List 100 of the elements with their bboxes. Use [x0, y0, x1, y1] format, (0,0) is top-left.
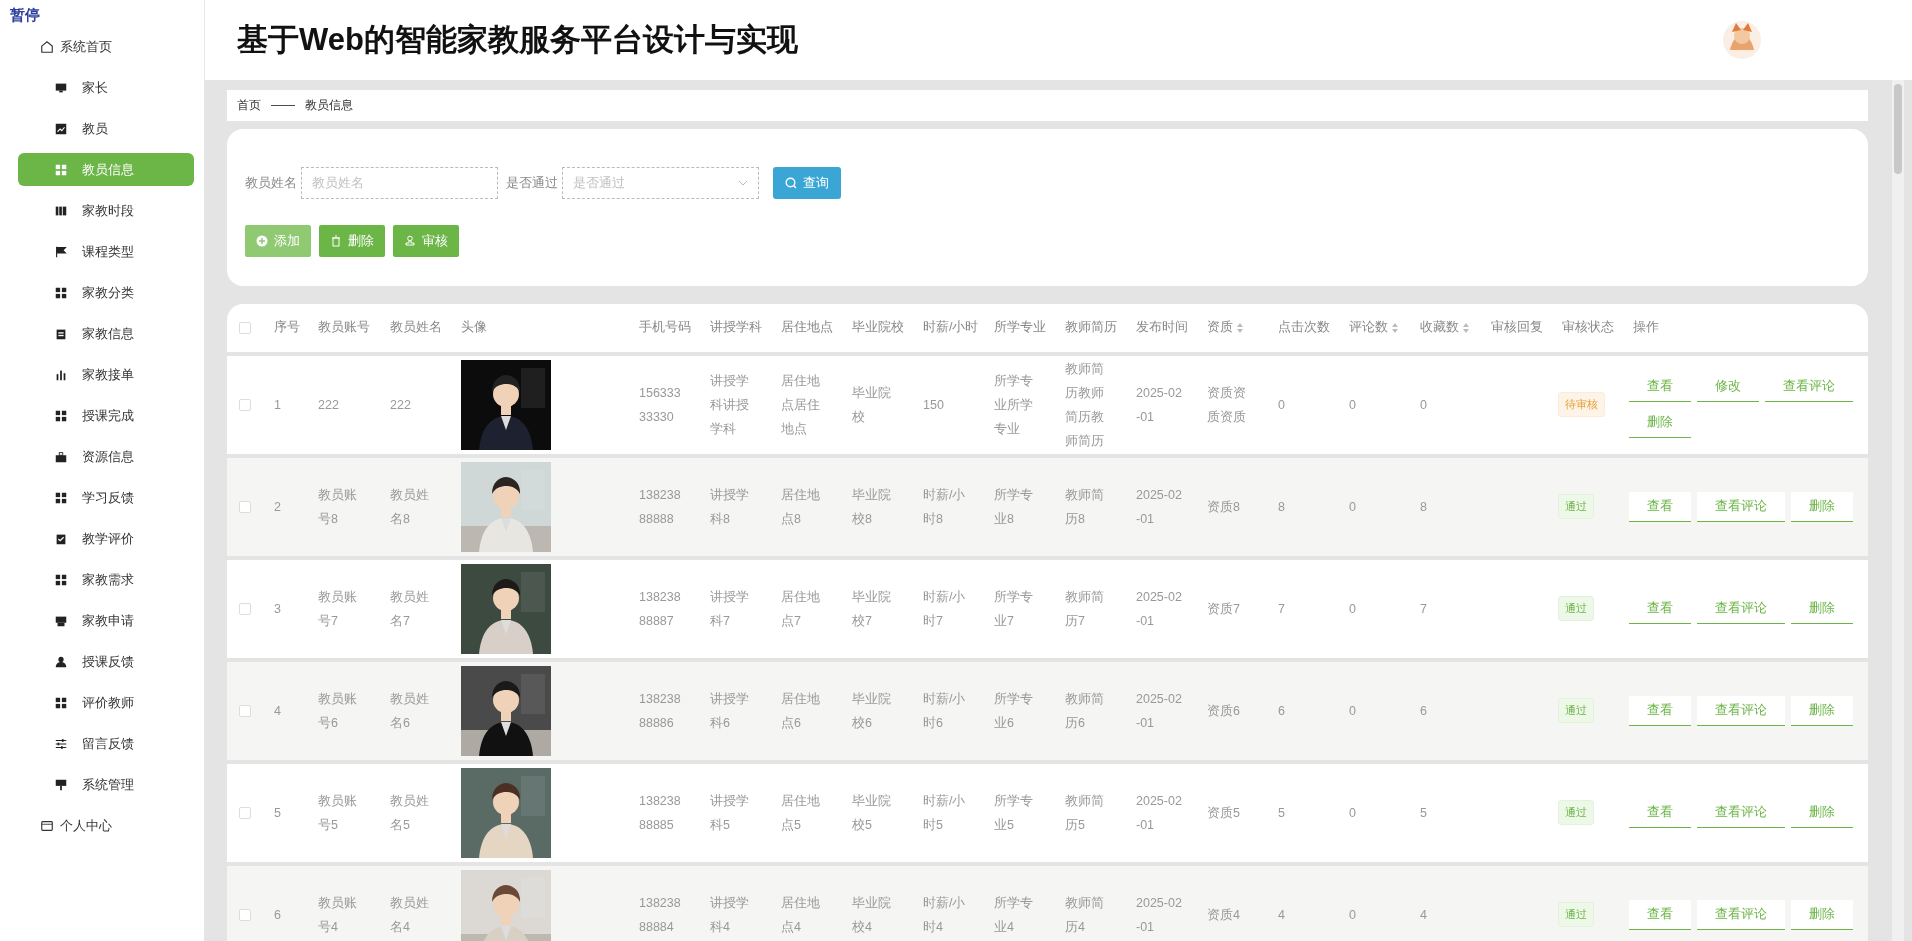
audit-button[interactable]: 审核 [393, 224, 459, 257]
sidebar-item[interactable]: 系统首页 [10, 30, 194, 63]
column-header: 教员姓名 [389, 319, 443, 337]
sidebar-item[interactable]: 教学评价 [18, 522, 194, 555]
action-link[interactable]: 查看评论 [1697, 491, 1785, 522]
search-button[interactable]: 查询 [773, 166, 841, 199]
status-tag: 通过 [1558, 596, 1594, 622]
breadcrumb-current: 教员信息 [305, 96, 353, 114]
action-link[interactable]: 查看 [1629, 491, 1691, 522]
column-header[interactable]: 资质 [1207, 319, 1233, 337]
checkbox[interactable] [239, 602, 251, 615]
sort-icon[interactable] [1391, 321, 1399, 334]
table-cell-text: 教员账号5 [317, 792, 358, 834]
checkbox[interactable] [239, 704, 251, 717]
column-header: 点击次数 [1277, 319, 1331, 337]
action-link[interactable]: 删除 [1791, 491, 1853, 522]
input-field[interactable]: 教员姓名 [301, 166, 498, 199]
sidebar-item[interactable]: 家教接单 [18, 358, 194, 391]
table-cell-text: 教师简历7 [1064, 588, 1105, 630]
status-tag: 通过 [1558, 494, 1594, 520]
column-header: 审核回复 [1490, 319, 1544, 337]
sidebar-item[interactable]: 家教需求 [18, 563, 194, 596]
sidebar-item[interactable]: 评价教师 [18, 686, 194, 719]
sidebar-item[interactable]: 授课完成 [18, 399, 194, 432]
action-link[interactable]: 删除 [1791, 695, 1853, 726]
table-cell-text: 7 [1277, 600, 1286, 618]
plus-circle-icon [256, 234, 268, 247]
card-icon [40, 818, 54, 833]
table-cell-text: 6 [1277, 702, 1286, 720]
table-cell-text: 2025-02-01 [1135, 792, 1183, 834]
sidebar-item[interactable]: 授课反馈 [18, 645, 194, 678]
column-header: 审核状态 [1561, 319, 1615, 337]
table-cell-text: 222 [389, 396, 412, 414]
table-cell-text: 所学专业6 [993, 690, 1034, 732]
checkbox[interactable] [239, 806, 251, 819]
search-icon [785, 176, 797, 189]
sort-icon[interactable] [1462, 321, 1470, 334]
delete-button[interactable]: 删除 [319, 224, 385, 257]
sidebar-item[interactable]: 家教信息 [18, 317, 194, 350]
add-button[interactable]: 添加 [245, 224, 311, 257]
table-cell-text: 2025-02-01 [1135, 690, 1183, 732]
action-link[interactable]: 查看 [1629, 695, 1691, 726]
action-link[interactable]: 删除 [1791, 899, 1853, 930]
column-header[interactable]: 收藏数 [1420, 319, 1459, 337]
table-cell-text: 资质7 [1206, 600, 1241, 618]
sidebar-item[interactable]: 教员 [18, 112, 194, 145]
action-link[interactable]: 查看 [1629, 899, 1691, 930]
checkbox[interactable] [239, 908, 251, 921]
breadcrumb-link[interactable]: 首页 [237, 96, 261, 114]
table-cell-text: 资质8 [1206, 498, 1241, 516]
sidebar-item[interactable]: 家长 [18, 71, 194, 104]
table-cell-text: 时薪/小时8 [922, 486, 967, 528]
select-field[interactable]: 是否通过 [562, 166, 759, 199]
checkbox[interactable] [239, 500, 251, 513]
avatar-icon[interactable] [1722, 20, 1762, 60]
sidebar-item[interactable]: 留言反馈 [18, 727, 194, 760]
table-cell-text: 所学专业8 [993, 486, 1034, 528]
sidebar-item[interactable]: 家教申请 [18, 604, 194, 637]
table-cell-text: 2025-02-01 [1135, 486, 1183, 528]
action-link[interactable]: 查看评论 [1697, 695, 1785, 726]
table-cell-text: 所学专业5 [993, 792, 1034, 834]
sidebar-item[interactable]: 学习反馈 [18, 481, 194, 514]
table-cell-text: 教员姓名5 [389, 792, 430, 834]
table-cell-text: 教师简历6 [1064, 690, 1105, 732]
sort-icon[interactable] [1236, 321, 1244, 334]
trash-icon [330, 234, 342, 247]
sidebar-item[interactable]: 家教时段 [18, 194, 194, 227]
column-header: 教师简历 [1064, 319, 1118, 337]
table-cell-text: 6 [1419, 702, 1428, 720]
pin-icon [54, 777, 68, 792]
scrollbar-thumb[interactable] [1894, 84, 1902, 174]
table-cell-text: 0 [1277, 396, 1286, 414]
scrollbar[interactable] [1892, 80, 1904, 941]
grid-icon [54, 162, 68, 177]
sidebar-item[interactable]: 家教分类 [18, 276, 194, 309]
action-link[interactable]: 查看评论 [1697, 899, 1785, 930]
sidebar-item[interactable]: 资源信息 [18, 440, 194, 473]
sidebar-item[interactable]: 个人中心 [10, 809, 194, 842]
table-cell-text: 讲授学科6 [709, 690, 750, 732]
sidebar-item[interactable]: 系统管理 [18, 768, 194, 801]
table-cell-text: 8 [1277, 498, 1286, 516]
table-cell-text: 2025-02-01 [1135, 384, 1183, 426]
column-header: 所学专业 [993, 319, 1047, 337]
column-header[interactable]: 评论数 [1349, 319, 1388, 337]
table-cell-text: 13823888888 [638, 486, 682, 528]
table-cell-text: 所学专业7 [993, 588, 1034, 630]
pause-label[interactable]: 暂停 [8, 6, 42, 25]
table-cell-text: 5 [1419, 804, 1428, 822]
sidebar-item[interactable]: 教员信息 [18, 153, 194, 186]
sidebar-item[interactable]: 课程类型 [18, 235, 194, 268]
table-cell-text: 0 [1348, 804, 1357, 822]
checkbox[interactable] [239, 398, 251, 411]
checkbox[interactable] [239, 321, 251, 334]
table-cell-text: 教员账号4 [317, 894, 358, 936]
table-cell-text: 资质5 [1206, 804, 1241, 822]
table-cell-text: 13823888887 [638, 588, 682, 630]
table-cell-text: 时薪/小时6 [922, 690, 967, 732]
table-cell-text: 4 [1419, 906, 1428, 924]
column-header: 操作 [1632, 319, 1660, 337]
table-cell-text: 0 [1348, 396, 1357, 414]
